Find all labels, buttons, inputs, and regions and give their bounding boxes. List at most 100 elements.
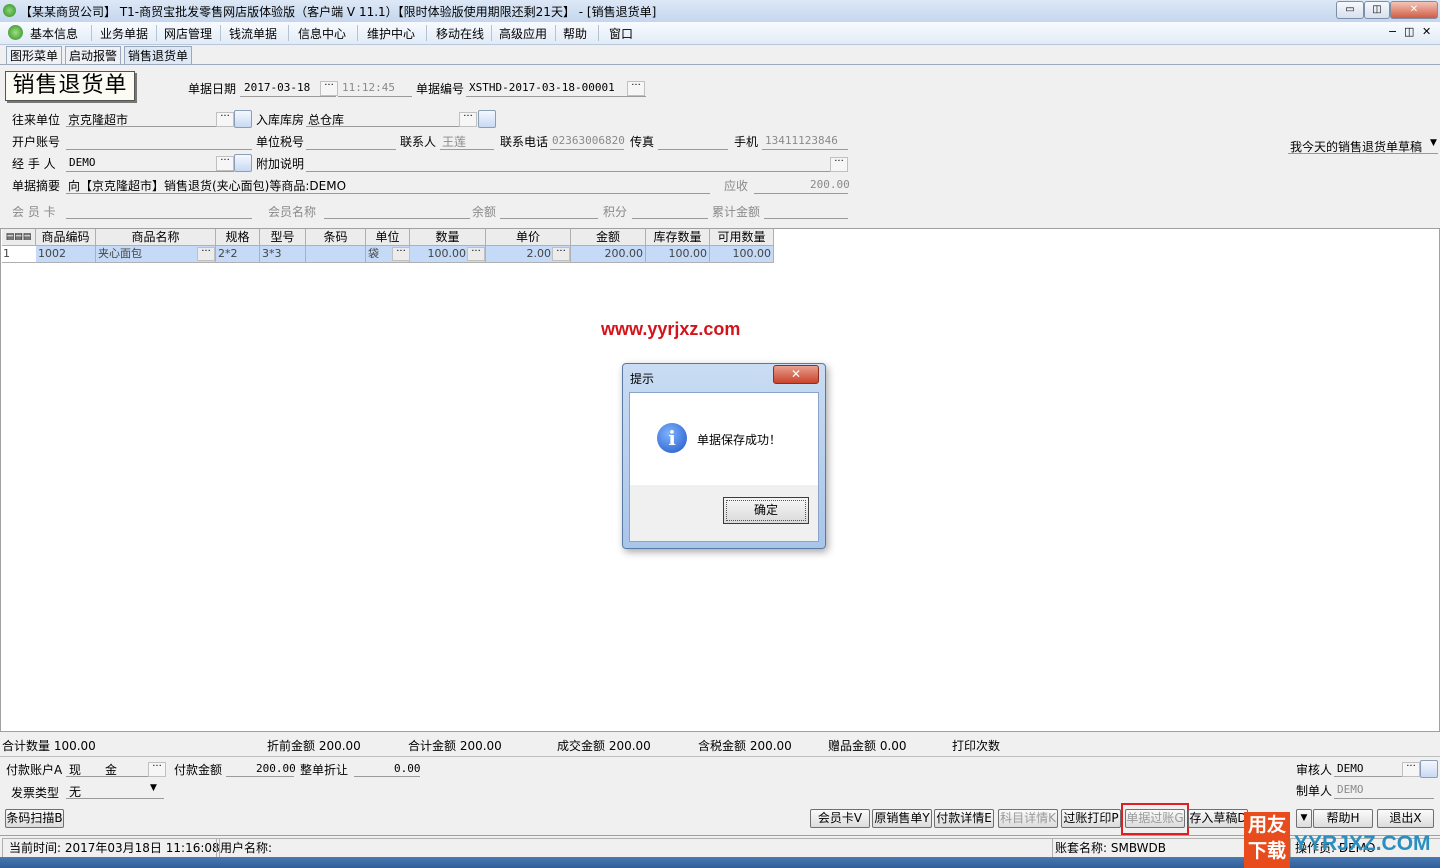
grid-cell-spec[interactable]: 2*2 [216,246,260,263]
draft-select-chevron-down-icon[interactable]: ▼ [1430,138,1437,148]
document-title: 销售退货单 [5,71,135,101]
grid-col-qty[interactable]: 数量 [410,229,486,246]
menu-separator [555,25,556,41]
total-amount-label: 累计金额 [712,205,761,219]
grid-col-name[interactable]: 商品名称 [96,229,216,246]
menu-info-center[interactable]: 信息中心 [298,25,346,42]
mdi-close-button[interactable]: ✕ [1422,25,1431,38]
menu-mobile[interactable]: 移动在线 [436,25,484,42]
original-sale-button[interactable]: 原销售单Y [872,809,932,828]
mdi-minimize-button[interactable]: − [1388,25,1397,38]
mdi-restore-button[interactable]: ◫ [1404,25,1414,38]
grid-col-spec[interactable]: 规格 [216,229,260,246]
menu-basic-info[interactable]: 基本信息 [30,25,78,42]
account-label: 开户账号 [12,135,61,149]
auditor-field[interactable]: DEMO [1337,762,1364,775]
grid-col-code[interactable]: 商品编码 [36,229,96,246]
pay-account-ellipsis-button[interactable]: ··· [148,762,166,777]
grid-cell-model[interactable]: 3*3 [260,246,306,263]
tax-incl-amount: 含税金额 200.00 [698,739,792,753]
fax-underline [658,149,728,150]
doc-no-ellipsis-button[interactable]: ··· [627,81,645,96]
phone-field[interactable]: 02363006820 [552,134,625,147]
save-draft-button[interactable]: 存入草稿D [1188,809,1248,828]
menu-help[interactable]: 帮助 [563,25,587,42]
grid-col-price[interactable]: 单价 [486,229,571,246]
grid-qty-ellipsis-button[interactable]: ··· [467,247,485,261]
partner-ellipsis-button[interactable]: ··· [216,112,234,127]
grid-cell-barcode[interactable] [306,246,366,263]
summary-field[interactable]: 向【京克隆超市】销售退货(夹心面包)等商品:DEMO [68,177,346,194]
menu-cashflow-docs[interactable]: 钱流单据 [229,25,277,42]
partner-lookup-icon[interactable] [234,110,252,128]
doc-date-underline [240,96,336,97]
discount-field[interactable]: 0.00 [394,762,421,775]
tab-startup-alert[interactable]: 启动报警 [65,46,122,65]
tax-no-label: 单位税号 [256,135,305,149]
tax-no-underline [306,149,396,150]
receivable-underline [754,193,848,194]
member-card-button[interactable]: 会员卡V [810,809,870,828]
barcode-scan-button[interactable]: 条码扫描B [5,809,64,828]
grid-cell-code[interactable]: 1002 [36,246,96,263]
minimize-button[interactable]: ▭ [1336,1,1364,19]
info-icon: i [657,423,687,453]
points-label: 积分 [603,205,628,219]
mobile-label: 手机 [734,135,759,149]
grid-col-avail[interactable]: 可用数量 [710,229,774,246]
handler-search-icon[interactable] [234,154,252,172]
post-print-button[interactable]: 过账打印P [1061,809,1121,828]
menu-logo-icon [8,25,23,40]
payment-detail-button[interactable]: 付款详情E [934,809,994,828]
grid-row-header-icon[interactable]: ▤▤▤ [2,229,36,246]
menu-separator [426,25,427,41]
receivable-label: 应收 [724,179,749,193]
total-amount: 合计金额 200.00 [408,739,502,753]
doc-no-field[interactable]: XSTHD-2017-03-18-00001 [469,81,615,94]
maker-field: DEMO [1337,783,1364,796]
menu-separator [357,25,358,41]
grid-name-ellipsis-button[interactable]: ··· [197,247,215,261]
note-ellipsis-button[interactable]: ··· [830,157,848,172]
grid-col-unit[interactable]: 单位 [366,229,410,246]
auditor-add-user-icon[interactable] [1420,760,1438,778]
balance-underline [500,218,598,219]
warehouse-ellipsis-button[interactable]: ··· [459,112,477,127]
auditor-ellipsis-button[interactable]: ··· [1402,762,1420,777]
menu-maintenance[interactable]: 维护中心 [367,25,415,42]
menu-webstore[interactable]: 网店管理 [164,25,212,42]
maker-label: 制单人 [1296,784,1333,798]
invoice-chevron-down-icon[interactable]: ▼ [150,783,157,793]
tab-graphic-menu[interactable]: 图形菜单 [6,46,63,65]
site-logo: 用友 下载 YYRJXZ.COM [1244,812,1440,868]
maximize-button[interactable]: ◫ [1364,1,1390,19]
grid-row-index: 1 [2,246,37,263]
menu-separator [156,25,157,41]
grid-col-amount[interactable]: 金额 [571,229,646,246]
pay-amount-field[interactable]: 200.00 [256,762,296,775]
dialog-ok-button[interactable]: 确定 [723,497,809,524]
phone-underline [550,149,624,150]
grid-col-barcode[interactable]: 条码 [306,229,366,246]
contact-field[interactable]: 王莲 [442,133,466,150]
doc-date-ellipsis-button[interactable]: ··· [320,81,338,96]
handler-field[interactable]: DEMO [69,156,96,169]
menu-window[interactable]: 窗口 [609,25,633,42]
mobile-field[interactable]: 13411123846 [765,134,838,147]
menu-bar: 基本信息 业务单据 网店管理 钱流单据 信息中心 维护中心 移动在线 高级应用 … [0,22,1440,45]
menu-advanced[interactable]: 高级应用 [499,25,547,42]
grid-cell-amount[interactable]: 200.00 [571,246,646,263]
grid-col-model[interactable]: 型号 [260,229,306,246]
grid-col-stock[interactable]: 库存数量 [646,229,710,246]
subject-detail-button[interactable]: 科目详情K [998,809,1058,828]
dialog-close-button[interactable]: ✕ [773,365,819,384]
tab-sales-return[interactable]: 销售退货单 [124,46,193,65]
close-button[interactable]: ✕ [1390,1,1438,19]
menu-business-docs[interactable]: 业务单据 [100,25,148,42]
handler-underline [66,171,234,172]
grid-unit-ellipsis-button[interactable]: ··· [392,247,410,261]
handler-ellipsis-button[interactable]: ··· [216,156,234,171]
warehouse-house-icon[interactable] [478,110,496,128]
doc-date-field[interactable]: 2017-03-18 [244,81,310,94]
grid-price-ellipsis-button[interactable]: ··· [552,247,570,261]
